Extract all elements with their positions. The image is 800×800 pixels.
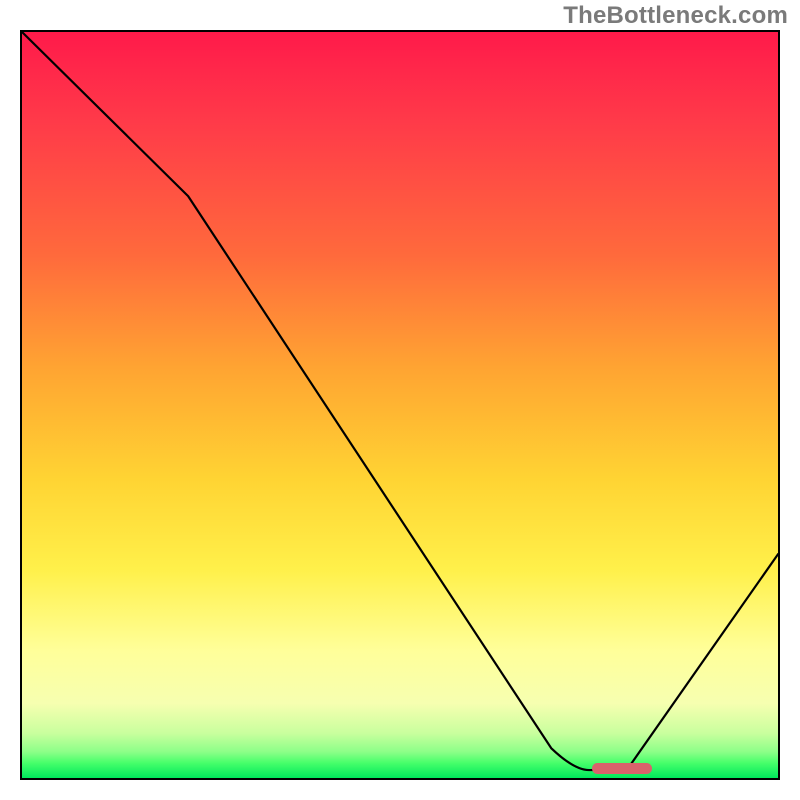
watermark-text: TheBottleneck.com <box>563 2 788 30</box>
optimal-marker <box>592 763 652 774</box>
chart-container: TheBottleneck.com <box>0 0 800 800</box>
plot-area <box>20 30 780 780</box>
curve-svg <box>22 32 778 778</box>
bottleneck-curve <box>22 32 778 770</box>
